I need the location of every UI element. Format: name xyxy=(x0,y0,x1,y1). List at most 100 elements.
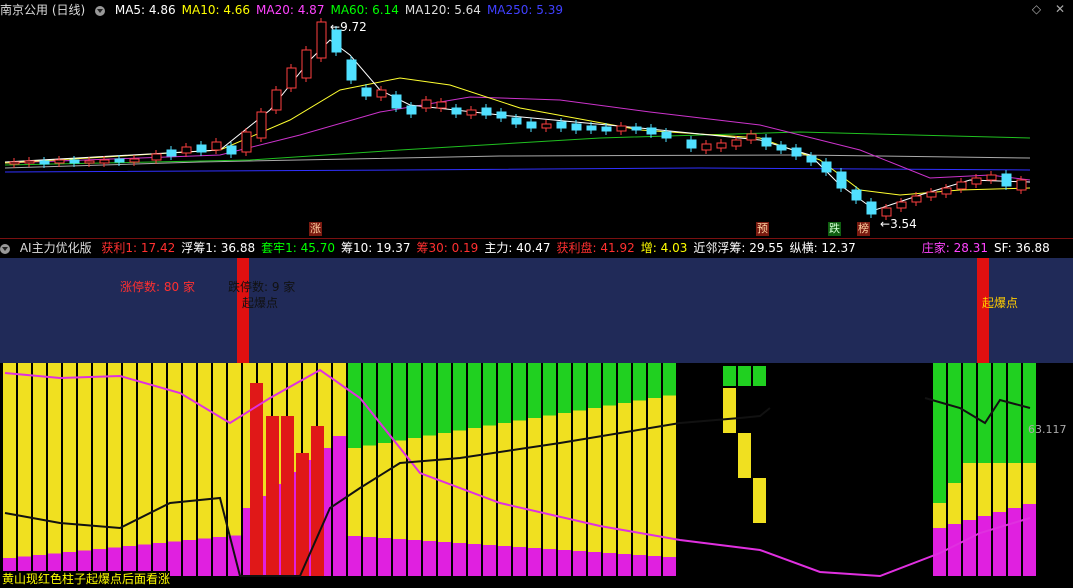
magenta-seg xyxy=(993,512,1006,576)
indicator-column xyxy=(513,363,526,576)
indicator-top-band xyxy=(0,258,1073,363)
candle xyxy=(391,94,402,109)
indicator-column xyxy=(633,363,646,576)
indicator-value: 纵横: 12.37 xyxy=(789,241,856,255)
candle xyxy=(1016,179,1027,191)
green-seg xyxy=(558,363,571,413)
green-seg xyxy=(393,363,406,441)
magenta-seg xyxy=(588,552,601,576)
magenta-seg xyxy=(1008,508,1021,576)
indicator-column xyxy=(423,363,436,576)
yellow-seg xyxy=(363,445,376,537)
candle xyxy=(151,153,162,161)
indicator-column xyxy=(48,363,61,576)
candle xyxy=(1001,173,1012,187)
green-seg xyxy=(1008,363,1021,463)
burst-label-2: 起爆点 xyxy=(982,296,1019,310)
yellow-seg xyxy=(543,415,556,549)
candle xyxy=(911,195,922,203)
candle xyxy=(661,131,672,139)
candle xyxy=(54,159,65,164)
magenta-seg xyxy=(333,436,346,576)
magenta-seg xyxy=(513,547,526,576)
ma20-line xyxy=(4,96,1031,181)
close-icon[interactable]: ✕ xyxy=(1055,2,1065,16)
green-seg xyxy=(948,363,961,483)
green-seg xyxy=(498,363,511,423)
indicator-column xyxy=(1008,363,1021,576)
candle xyxy=(791,147,802,157)
indicator-value: 获利1: 17.42 xyxy=(101,241,176,255)
indicator-column xyxy=(573,363,586,576)
magenta-seg xyxy=(183,540,196,576)
magenta-seg xyxy=(978,516,991,576)
green-seg xyxy=(723,366,736,386)
candle xyxy=(9,161,20,165)
yellow-seg xyxy=(738,433,751,478)
candle xyxy=(114,158,125,163)
yellow-seg xyxy=(933,503,946,528)
red-burst-bar xyxy=(250,383,263,576)
yellow-seg xyxy=(978,463,991,516)
green-seg xyxy=(438,363,451,433)
yellow-seg xyxy=(663,395,676,557)
magenta-seg xyxy=(573,551,586,576)
yellow-seg xyxy=(528,418,541,548)
zt-count: 涨停数: 80 家 xyxy=(120,280,195,294)
candle xyxy=(986,174,997,181)
candle xyxy=(129,158,140,163)
indicator-column xyxy=(933,363,946,576)
indicator-value: 获利盘: 41.92 xyxy=(556,241,635,255)
high-price-value: 9.72 xyxy=(340,20,367,34)
indicator-column xyxy=(408,363,421,576)
yellow-seg xyxy=(723,388,736,433)
indicator-value: 近邻浮筹: 29.55 xyxy=(693,241,784,255)
indicator-column xyxy=(483,363,496,576)
candle xyxy=(526,121,537,129)
candle xyxy=(361,87,372,97)
yellow-seg xyxy=(423,435,436,541)
diamond-icon[interactable]: ◇ xyxy=(1032,2,1041,16)
green-seg xyxy=(738,366,751,386)
price-chart xyxy=(4,18,1031,220)
indicator-column xyxy=(963,363,976,576)
candle xyxy=(776,144,787,151)
green-seg xyxy=(648,363,661,398)
candle xyxy=(301,49,312,79)
low-price-value: 3.54 xyxy=(890,217,917,231)
green-seg xyxy=(423,363,436,436)
candle xyxy=(716,142,727,149)
indicator-column xyxy=(648,363,661,576)
window-controls[interactable]: ◇ ✕ xyxy=(1022,2,1065,16)
yellow-seg xyxy=(198,363,211,539)
candle xyxy=(511,117,522,125)
magenta-seg xyxy=(408,540,421,576)
yellow-seg xyxy=(183,363,196,540)
dropdown-icon[interactable] xyxy=(0,243,10,254)
indicator-column xyxy=(1023,363,1036,576)
indicator-column xyxy=(153,363,166,576)
yellow-seg xyxy=(993,463,1006,512)
candle xyxy=(701,143,712,151)
candle xyxy=(971,177,982,185)
yellow-seg xyxy=(123,363,136,546)
candle xyxy=(84,160,95,164)
tag-yu: 预 xyxy=(756,222,769,236)
yellow-seg xyxy=(1008,463,1021,508)
yellow-seg xyxy=(588,408,601,552)
green-seg xyxy=(753,366,766,386)
candle xyxy=(346,59,357,81)
candle xyxy=(956,181,967,190)
magenta-seg xyxy=(963,520,976,576)
candle xyxy=(181,146,192,154)
ma-legend-item: MA20: 4.87 xyxy=(256,3,325,17)
candle xyxy=(69,159,80,164)
magenta-seg xyxy=(378,538,391,576)
indicator-column xyxy=(978,363,991,576)
candle xyxy=(866,201,877,215)
dropdown-icon[interactable] xyxy=(95,5,106,16)
candle xyxy=(616,125,627,132)
indicator-value: 主力: 40.47 xyxy=(484,241,551,255)
yellow-seg xyxy=(228,363,241,536)
candle xyxy=(39,160,50,165)
